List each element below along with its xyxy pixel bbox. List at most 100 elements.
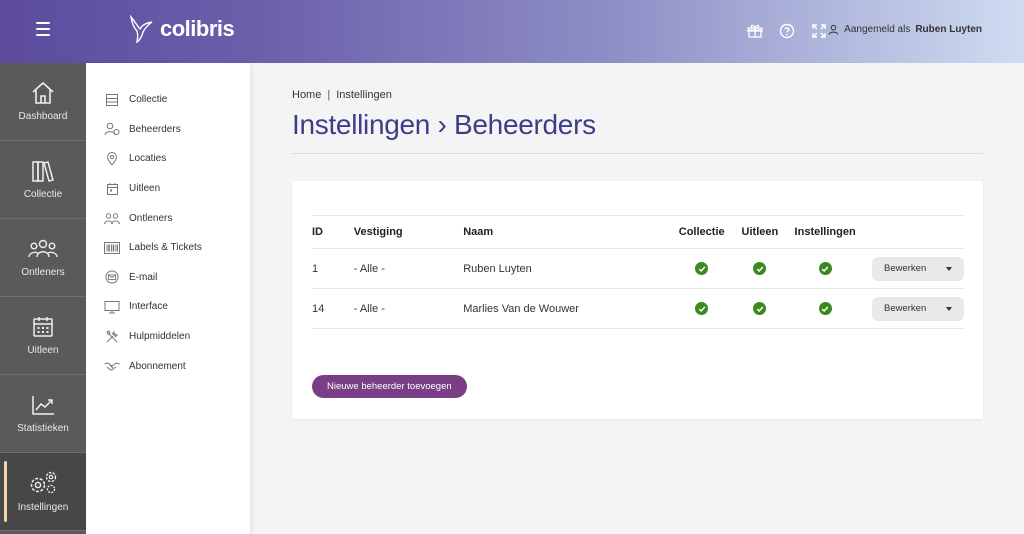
nav-ontleners-label: Ontleners: [21, 267, 65, 278]
edit-dropdown-button[interactable]: Bewerken: [872, 296, 964, 321]
cell-instellingen: [778, 288, 872, 329]
nav-statistieken[interactable]: Statistieken: [0, 375, 86, 453]
location-pin-icon: [104, 151, 120, 167]
books-icon: [32, 161, 54, 182]
submenu-collectie-label: Collectie: [129, 94, 168, 106]
cell-actions: Bewerken: [872, 288, 964, 329]
caret-down-icon: [946, 306, 952, 311]
submenu-abonnement-label: Abonnement: [129, 360, 186, 372]
cell-instellingen: [778, 248, 872, 289]
submenu-uitleen[interactable]: Uitleen: [86, 174, 250, 204]
edit-button-label: Bewerken: [884, 303, 927, 314]
cell-id: 14: [312, 288, 354, 329]
admin-user-icon: [104, 121, 120, 137]
submenu-collectie[interactable]: Collectie: [86, 85, 250, 115]
main-content: Home | Instellingen Instellingen › Behee…: [292, 63, 983, 419]
submenu-ontleners[interactable]: Ontleners: [86, 203, 250, 233]
people-icon: [28, 239, 58, 258]
table-row: 1 - Alle - Ruben Luyten Bewerken: [312, 248, 964, 289]
edit-button-label: Bewerken: [884, 263, 927, 274]
submenu-beheerders[interactable]: Beheerders: [86, 115, 250, 145]
col-naam: Naam: [463, 215, 662, 249]
nav-ontleners[interactable]: Ontleners: [0, 219, 86, 297]
breadcrumb: Home | Instellingen: [292, 89, 983, 101]
col-uitleen: Uitleen: [741, 215, 779, 249]
title-divider: [292, 153, 983, 154]
submenu-locaties[interactable]: Locaties: [86, 144, 250, 174]
box-icon: [104, 92, 120, 108]
nav-uitleen-label: Uitleen: [27, 345, 59, 356]
check-icon: [753, 262, 767, 275]
nav-instellingen[interactable]: Instellingen: [0, 453, 86, 531]
chart-icon: [32, 396, 54, 415]
user-name: Ruben Luyten: [915, 24, 982, 35]
help-icon[interactable]: [777, 21, 797, 41]
edit-dropdown-button[interactable]: Bewerken: [872, 256, 964, 281]
home-icon: [32, 81, 54, 104]
breadcrumb-home[interactable]: Home: [292, 89, 321, 101]
admins-card: ID Vestiging Naam Collectie Uitleen Inst…: [292, 181, 983, 419]
user-info[interactable]: Aangemeld als Ruben Luyten: [828, 24, 982, 35]
barcode-icon: [104, 240, 120, 256]
cell-naam: Ruben Luyten: [463, 248, 662, 289]
envelope-icon: [104, 269, 120, 285]
nav-uitleen[interactable]: Uitleen: [0, 297, 86, 375]
cell-uitleen: [741, 288, 779, 329]
col-vestiging: Vestiging: [353, 215, 464, 249]
submenu-abonnement[interactable]: Abonnement: [86, 351, 250, 381]
logo-text: colibris: [160, 16, 235, 41]
check-icon: [818, 262, 832, 275]
page-title: Instellingen › Beheerders: [292, 109, 596, 140]
user-icon: [829, 24, 839, 35]
caret-down-icon: [946, 266, 952, 271]
nav-dashboard[interactable]: Dashboard: [0, 63, 86, 141]
submenu-hulpmiddelen-label: Hulpmiddelen: [129, 331, 191, 343]
cell-id: 1: [312, 248, 354, 289]
primary-nav: Dashboard Collectie Ontleners Uitleen St…: [0, 63, 86, 534]
submenu-interface[interactable]: Interface: [86, 292, 250, 322]
submenu-labels-tickets[interactable]: Labels & Tickets: [86, 233, 250, 263]
people-icon: [104, 210, 120, 226]
cell-vestiging: - Alle -: [353, 248, 464, 289]
nav-instellingen-label: Instellingen: [17, 502, 69, 513]
monitor-icon: [104, 299, 120, 315]
add-admin-button[interactable]: Nieuwe beheerder toevoegen: [312, 375, 467, 398]
check-icon: [695, 262, 709, 275]
settings-submenu: Collectie Beheerders Locaties Uitleen On…: [86, 63, 250, 534]
logo[interactable]: colibris: [128, 15, 235, 43]
nav-dashboard-label: Dashboard: [18, 111, 68, 122]
check-icon: [818, 302, 832, 315]
submenu-beheerders-label: Beheerders: [129, 123, 181, 135]
nav-statistieken-label: Statistieken: [17, 423, 69, 434]
check-icon: [695, 302, 709, 315]
submenu-labels-tickets-label: Labels & Tickets: [129, 242, 202, 254]
cell-collectie: [661, 288, 742, 329]
col-id: ID: [312, 215, 354, 249]
submenu-email[interactable]: E-mail: [86, 263, 250, 293]
submenu-uitleen-label: Uitleen: [129, 183, 161, 195]
breadcrumb-separator: |: [327, 89, 331, 101]
submenu-ontleners-label: Ontleners: [129, 212, 173, 224]
user-prefix: Aangemeld als: [844, 24, 911, 35]
nav-collectie-label: Collectie: [23, 189, 63, 200]
hamburger-menu-icon[interactable]: [36, 22, 50, 36]
handshake-icon: [104, 358, 120, 374]
table-header-row: ID Vestiging Naam Collectie Uitleen Inst…: [312, 215, 964, 249]
breadcrumb-current[interactable]: Instellingen: [336, 89, 392, 101]
submenu-interface-label: Interface: [129, 301, 168, 313]
cell-actions: Bewerken: [872, 248, 964, 289]
cell-uitleen: [741, 248, 779, 289]
check-icon: [753, 302, 767, 315]
table-row: 14 - Alle - Marlies Van de Wouwer Bewerk…: [312, 288, 964, 329]
submenu-hulpmiddelen[interactable]: Hulpmiddelen: [86, 322, 250, 352]
nav-collectie[interactable]: Collectie: [0, 141, 86, 219]
gears-icon: [30, 471, 57, 494]
calendar-icon: [33, 317, 53, 337]
top-bar: colibris Aangemeld als Ruben Luyten: [0, 0, 1024, 63]
fullscreen-icon[interactable]: [809, 21, 829, 41]
cell-collectie: [661, 248, 742, 289]
col-actions: [872, 215, 964, 249]
submenu-email-label: E-mail: [129, 271, 158, 283]
admins-table: ID Vestiging Naam Collectie Uitleen Inst…: [312, 215, 964, 329]
gift-icon[interactable]: [745, 21, 765, 41]
